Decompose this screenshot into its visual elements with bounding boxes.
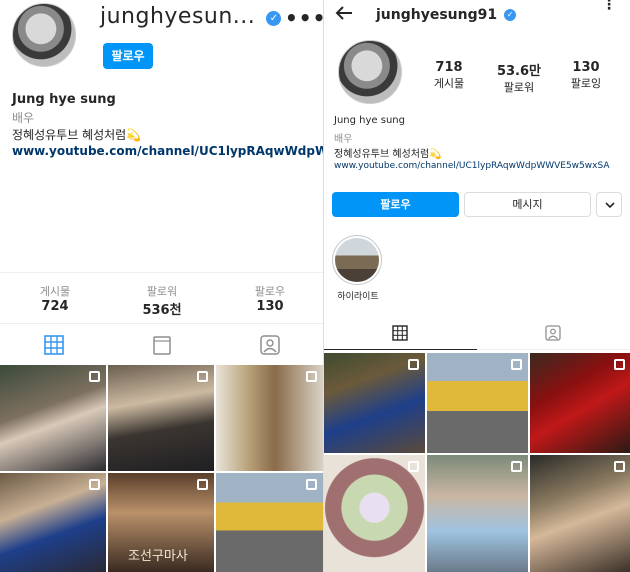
highlight[interactable]: 하이라이트: [332, 235, 384, 302]
tab-tagged[interactable]: [216, 325, 323, 365]
poster-title: 조선구마사: [128, 549, 188, 564]
stat-posts[interactable]: 718 게시물: [424, 60, 474, 91]
stat-value: 724: [41, 299, 69, 314]
more-options-icon[interactable]: •••: [285, 6, 323, 30]
profile-bio: 정혜성유투브 혜성처럼💫: [334, 149, 442, 160]
tab-grid[interactable]: [0, 325, 108, 365]
stat-followers[interactable]: 53.6만 팔로워: [494, 60, 544, 95]
grid-post[interactable]: 조선구마사: [108, 473, 214, 572]
multi-image-icon: [408, 359, 419, 370]
grid-post[interactable]: [427, 455, 528, 572]
grid-post[interactable]: [324, 353, 425, 453]
follow-button[interactable]: 팔로우: [103, 43, 153, 69]
chevron-down-icon: [605, 202, 615, 208]
stat-label: 팔로우: [254, 285, 286, 298]
verified-badge-icon: ✓: [266, 11, 282, 26]
multi-image-icon: [614, 359, 625, 370]
profile-link[interactable]: www.youtube.com/channel/UC1lypRAqwWdpW..…: [12, 144, 323, 158]
stat-posts[interactable]: 게시물 724: [20, 283, 90, 314]
stat-label: 게시물: [433, 77, 465, 90]
multi-image-icon: [408, 461, 419, 472]
stat-value: 130: [256, 299, 284, 314]
profile-bio: 정혜성유투브 혜성처럼💫: [12, 128, 142, 142]
suggestions-dropdown-button[interactable]: [596, 192, 622, 217]
stat-label: 팔로워: [146, 285, 178, 298]
multi-image-icon: [197, 371, 208, 382]
multi-image-icon: [89, 479, 100, 490]
profile-avatar[interactable]: [12, 3, 76, 67]
stat-value: 130: [572, 60, 600, 75]
profile-category: 배우: [334, 134, 353, 145]
grid-post[interactable]: [0, 365, 106, 471]
grid-icon: [44, 335, 64, 355]
profile-link[interactable]: www.youtube.com/channel/UC1lypRAqwWdpWWV…: [334, 161, 610, 171]
message-button[interactable]: 메시지: [464, 192, 591, 217]
stat-value: 718: [435, 60, 463, 75]
multi-image-icon: [511, 359, 522, 370]
grid-post[interactable]: [427, 353, 528, 453]
right-profile-panel: junghyesung91 ✓ ⋮ 718 게시물 53.6만 팔로워 130 …: [323, 0, 630, 572]
grid-post[interactable]: [216, 365, 323, 471]
stat-label: 팔로워: [503, 81, 535, 94]
highlight-cover: [332, 235, 382, 285]
stat-following[interactable]: 팔로우 130: [235, 283, 305, 314]
profile-avatar[interactable]: [338, 40, 402, 104]
grid-post[interactable]: [0, 473, 106, 572]
verified-badge-icon: ✓: [504, 8, 517, 21]
grid-post[interactable]: [216, 473, 323, 572]
profile-tabs: [0, 325, 323, 365]
kebab-menu-icon[interactable]: ⋮: [602, 0, 616, 12]
multi-image-icon: [511, 461, 522, 472]
stat-value: 53.6만: [496, 64, 542, 79]
username-row: junghyesung91 ✓: [376, 4, 517, 23]
stat-followers[interactable]: 팔로워 536천: [127, 283, 197, 318]
stats-bar: 게시물 724 팔로워 536천 팔로우 130: [0, 272, 323, 324]
multi-image-icon: [306, 479, 317, 490]
grid-post[interactable]: [108, 365, 214, 471]
follow-button[interactable]: 팔로우: [332, 192, 459, 217]
multi-image-icon: [197, 479, 208, 490]
grid-icon: [392, 325, 408, 341]
multi-image-icon: [614, 461, 625, 472]
stat-following[interactable]: 130 팔로잉: [561, 60, 611, 91]
back-arrow-icon[interactable]: [334, 5, 354, 21]
stat-value: 536천: [142, 303, 182, 318]
tagged-icon: [545, 325, 561, 341]
stat-label: 게시물: [39, 285, 71, 298]
tagged-icon: [260, 335, 280, 355]
grid-post[interactable]: [324, 455, 425, 572]
profile-name: Jung hye sung: [12, 92, 116, 107]
tab-reels[interactable]: [108, 325, 216, 365]
username: junghyesun...: [100, 4, 256, 29]
tab-tagged[interactable]: [477, 318, 630, 350]
stat-label: 팔로잉: [570, 77, 602, 90]
multi-image-icon: [306, 371, 317, 382]
username: junghyesung91: [376, 7, 498, 23]
grid-post[interactable]: [530, 455, 630, 572]
multi-image-icon: [89, 371, 100, 382]
grid-post[interactable]: [530, 353, 630, 453]
profile-tabs: [324, 318, 630, 350]
reels-icon: [153, 336, 171, 355]
profile-name: Jung hye sung: [334, 115, 405, 126]
profile-category: 배우: [12, 111, 35, 125]
left-profile-panel: junghyesun... ✓ ••• 팔로우 Jung hye sung 배우…: [0, 0, 323, 572]
highlight-label: 하이라이트: [337, 292, 379, 302]
tab-grid[interactable]: [324, 318, 477, 350]
